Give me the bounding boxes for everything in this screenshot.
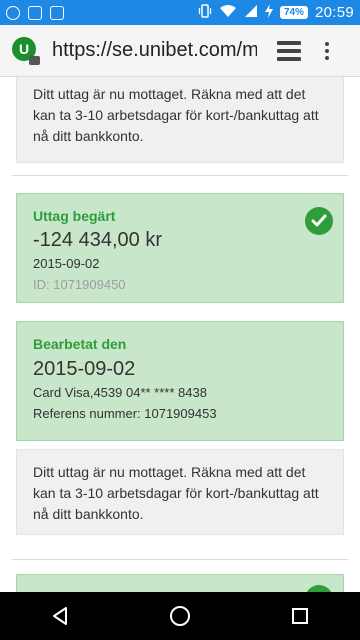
withdrawal-amount: -124 434,00 kr <box>33 229 162 251</box>
withdrawal-info-text: Ditt uttag är nu mottaget. Räkna med att… <box>33 86 319 144</box>
next-withdrawal-card <box>16 574 344 592</box>
browser-toolbar: U https://se.unibet.com/my <box>0 25 360 77</box>
recents-icon[interactable] <box>280 596 320 636</box>
home-icon[interactable] <box>160 596 200 636</box>
processed-date: 2015-09-02 <box>33 358 136 380</box>
lock-icon <box>29 55 40 65</box>
processed-title: Bearbetat den <box>33 336 127 352</box>
image-icon <box>50 5 64 20</box>
status-bar: 74% 20:59 <box>0 0 360 25</box>
battery-indicator: 74% <box>279 6 308 19</box>
vibrate-icon <box>198 4 212 21</box>
back-icon[interactable] <box>40 596 80 636</box>
wifi-icon <box>219 4 237 21</box>
withdrawal-processed-card: Bearbetat den 2015-09-02 Card Visa,4539 … <box>16 321 344 441</box>
navigation-bar <box>0 592 360 640</box>
page-content: Ditt uttag är nu mottaget. Räkna med att… <box>0 77 360 592</box>
divider <box>12 559 348 560</box>
skype-icon <box>6 5 20 20</box>
withdrawal-info-text: Ditt uttag är nu mottaget. Räkna med att… <box>33 464 319 522</box>
address-bar[interactable]: https://se.unibet.com/my <box>52 39 257 62</box>
timeline-notch <box>162 303 198 321</box>
withdrawal-id: ID: 1071909450 <box>33 277 126 292</box>
withdrawal-request-card: Uttag begärt -124 434,00 kr 2015-09-02 I… <box>16 193 344 303</box>
reference-number: Referens nummer: 1071909453 <box>33 406 217 421</box>
withdrawal-info-box: Ditt uttag är nu mottaget. Räkna med att… <box>16 449 344 535</box>
withdrawal-request-title: Uttag begärt <box>33 208 116 224</box>
app-notification-icon <box>28 5 42 20</box>
checkmark-icon <box>305 207 333 235</box>
charging-icon <box>264 4 273 21</box>
overflow-menu-icon[interactable] <box>325 41 329 60</box>
signal-icon <box>244 4 258 21</box>
status-time: 20:59 <box>314 4 354 21</box>
checkmark-icon <box>305 585 333 592</box>
withdrawal-info-box-top: Ditt uttag är nu mottaget. Räkna med att… <box>16 77 344 163</box>
tabs-icon[interactable] <box>277 40 301 61</box>
divider <box>12 175 348 176</box>
site-security-icon[interactable]: U <box>12 36 40 65</box>
card-info: Card Visa,4539 04** **** 8438 <box>33 385 207 400</box>
withdrawal-request-date: 2015-09-02 <box>33 256 100 271</box>
